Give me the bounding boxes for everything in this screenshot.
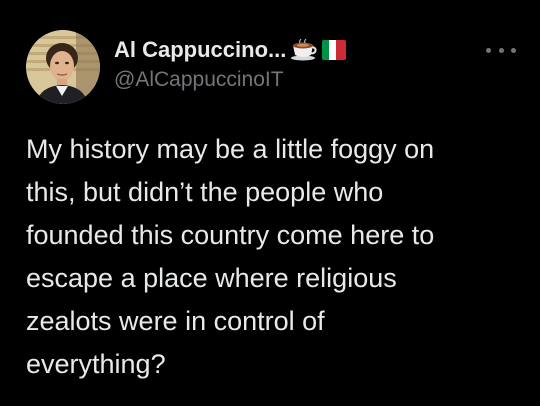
tweet-text: My history may be a little foggy on this… bbox=[26, 134, 435, 379]
more-horizontal-icon bbox=[486, 47, 491, 53]
coffee-cup-icon bbox=[290, 38, 318, 61]
display-name-row: Al Cappuccino... bbox=[114, 36, 347, 64]
author-display-name[interactable]: Al Cappuccino... bbox=[114, 37, 286, 63]
italy-flag-icon bbox=[322, 39, 347, 61]
tweet-header: Al Cappuccino... @AlCappuccinoIT bbox=[26, 30, 516, 104]
more-options-button[interactable] bbox=[486, 42, 516, 58]
tweet-card[interactable]: Al Cappuccino... @AlCappuccinoIT My hist… bbox=[0, 0, 540, 406]
avatar-image bbox=[26, 30, 100, 104]
author-handle[interactable]: @AlCappuccinoIT bbox=[114, 68, 346, 92]
author-info: Al Cappuccino... @AlCappuccinoIT bbox=[114, 36, 347, 92]
avatar[interactable] bbox=[26, 30, 100, 104]
